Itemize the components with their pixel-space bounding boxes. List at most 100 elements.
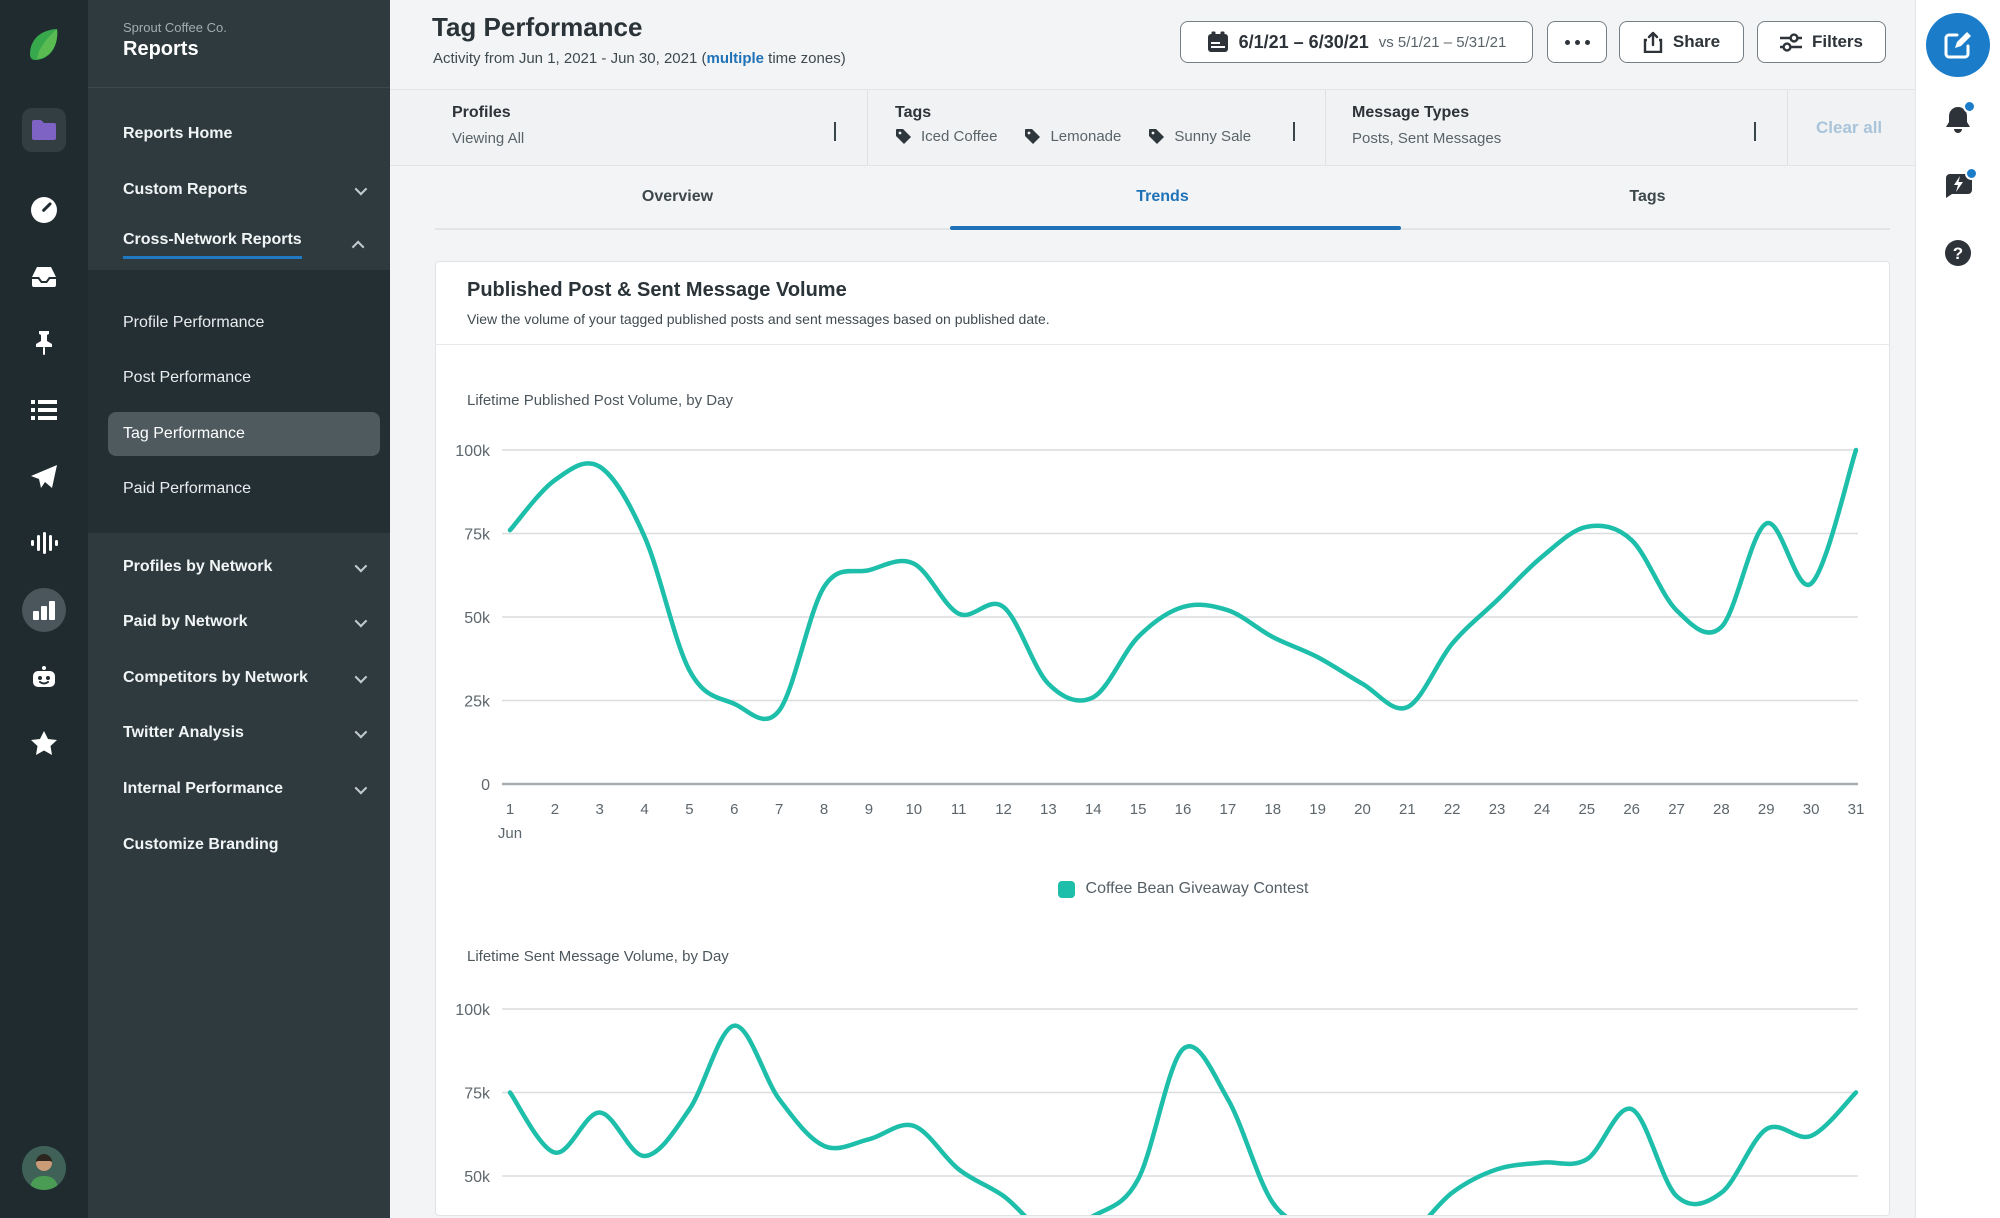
org-name: Sprout Coffee Co. (123, 20, 227, 35)
inbox-tray-icon (32, 267, 56, 287)
filter-divider (1325, 90, 1326, 165)
report-filter-bar: Profiles Viewing All Tags Iced Coffee Le… (390, 89, 1915, 166)
more-options-button[interactable] (1547, 21, 1607, 63)
sidebar-title: Reports (123, 38, 199, 60)
published-post-chart-title: Lifetime Published Post Volume, by Day (467, 392, 733, 409)
rail-item-inbox[interactable] (22, 255, 66, 299)
ellipsis-icon (1564, 39, 1590, 45)
report-tabs: Overview Trends Tags (435, 166, 1890, 230)
compose-button[interactable] (1926, 13, 1990, 77)
legend-label: Coffee Bean Giveaway Contest (1085, 880, 1309, 897)
rail-item-automation[interactable] (22, 655, 66, 699)
rail-item-reports-active[interactable] (22, 588, 66, 632)
user-avatar[interactable] (22, 1146, 66, 1190)
rail-item-dashboard[interactable] (22, 188, 66, 232)
card-subtitle: View the volume of your tagged published… (467, 311, 1050, 327)
rail-item-publishing[interactable] (22, 455, 66, 499)
tag-performance-page: Sprout Coffee Co. Reports Reports Home C… (0, 0, 2000, 1218)
svg-text:31: 31 (1848, 801, 1865, 818)
filters-button[interactable]: Filters (1757, 21, 1886, 63)
tags-filter-values: Iced Coffee Lemonade Sunny Sale (895, 128, 1251, 145)
notifications-button[interactable] (1938, 100, 1978, 140)
sidebar-item-profiles-by-network[interactable]: Profiles by Network (88, 554, 390, 580)
chevron-down-icon (354, 614, 368, 627)
filter-divider (1787, 90, 1788, 165)
svg-text:4: 4 (640, 801, 648, 818)
audio-wave-icon (31, 532, 58, 554)
share-icon (1643, 31, 1663, 53)
svg-text:3: 3 (596, 801, 604, 818)
sidebar-item-customize-branding[interactable]: Customize Branding (88, 832, 390, 858)
svg-text:Jun: Jun (498, 825, 522, 842)
tag-icon (896, 129, 911, 144)
svg-text:23: 23 (1489, 801, 1506, 818)
clear-all-button[interactable]: Clear all (1816, 118, 1882, 138)
date-range-button[interactable]: 6/1/21 – 6/30/21 vs 5/1/21 – 5/31/21 (1180, 21, 1533, 63)
sidebar-item-twitter-analysis[interactable]: Twitter Analysis (88, 720, 390, 746)
tab-trends[interactable]: Trends (920, 166, 1405, 230)
tag-icon (1149, 129, 1165, 144)
chart-legend[interactable]: Coffee Bean Giveaway Contest (883, 880, 1483, 898)
message-types-filter-label: Message Types (1352, 104, 1470, 121)
svg-text:75k: 75k (464, 527, 491, 544)
list-icon (31, 400, 57, 420)
sidebar-divider (88, 87, 390, 88)
multiple-timezones-link[interactable]: multiple (706, 50, 764, 67)
notification-dot (1963, 100, 1976, 113)
sidebar-item-cross-network-reports[interactable]: Cross-Network Reports (88, 231, 390, 259)
sidebar-item-competitors-by-network[interactable]: Competitors by Network (88, 665, 390, 691)
sidebar-item-paid-performance[interactable]: Paid Performance (88, 476, 390, 502)
share-button[interactable]: Share (1619, 21, 1744, 63)
sidebar-item-tag-performance-active[interactable]: Tag Performance (108, 412, 380, 456)
svg-text:27: 27 (1668, 801, 1685, 818)
date-compare-value: vs 5/1/21 – 5/31/21 (1378, 33, 1507, 51)
rail-item-favorites[interactable] (22, 721, 66, 765)
svg-text:20: 20 (1354, 801, 1371, 818)
compose-icon (1944, 32, 1971, 59)
svg-text:14: 14 (1085, 801, 1102, 818)
rail-item-feeds[interactable] (22, 388, 66, 432)
sprout-logo[interactable] (22, 22, 66, 66)
robot-icon (33, 666, 55, 687)
help-icon: ? (1945, 240, 1971, 266)
filter-divider (867, 90, 868, 165)
sidebar-item-reports-home[interactable]: Reports Home (88, 121, 390, 147)
rail-item-listening[interactable] (22, 521, 66, 565)
legend-swatch (1057, 880, 1075, 898)
chevron-up-icon (351, 240, 365, 253)
sent-message-volume-chart: 100k 75k 50k (390, 945, 1910, 1218)
rail-item-pinned[interactable] (22, 321, 66, 365)
gauge-icon (31, 197, 57, 223)
tags-filter-label: Tags (895, 104, 932, 121)
page-subtitle: Activity from Jun 1, 2021 - Jun 30, 2021… (433, 50, 846, 67)
share-label: Share (1672, 32, 1721, 51)
svg-text:26: 26 (1623, 801, 1640, 818)
tab-overview[interactable]: Overview (435, 166, 920, 228)
page-header: Tag Performance Activity from Jun 1, 202… (390, 0, 1915, 89)
help-button[interactable]: ? (1938, 233, 1978, 273)
svg-text:22: 22 (1444, 801, 1461, 818)
messages-button[interactable] (1938, 167, 1978, 207)
svg-text:0: 0 (481, 777, 490, 794)
tab-tags[interactable]: Tags (1405, 166, 1890, 228)
svg-text:50k: 50k (464, 1169, 491, 1186)
message-types-filter-value: Posts, Sent Messages (1352, 130, 1502, 147)
svg-text:7: 7 (775, 801, 783, 818)
sidebar-item-profile-performance[interactable]: Profile Performance (88, 310, 390, 336)
chevron-down-icon (354, 781, 368, 794)
sidebar-item-paid-by-network[interactable]: Paid by Network (88, 609, 390, 635)
notification-dot (1965, 167, 1978, 180)
svg-text:9: 9 (865, 801, 873, 818)
sidebar-item-post-performance[interactable]: Post Performance (88, 365, 390, 391)
card-title: Published Post & Sent Message Volume (467, 279, 847, 301)
tag-icon (1025, 129, 1041, 144)
sidebar-item-custom-reports[interactable]: Custom Reports (88, 177, 390, 203)
chevron-down-icon (354, 670, 368, 683)
sidebar-item-internal-performance[interactable]: Internal Performance (88, 776, 390, 802)
rail-item-folder[interactable] (22, 108, 66, 152)
volume-card-header: Published Post & Sent Message Volume Vie… (435, 261, 1890, 345)
svg-text:17: 17 (1220, 801, 1237, 818)
utility-rail: ? (1915, 0, 2000, 1218)
cross-network-submenu: Profile Performance Post Performance Tag… (88, 270, 390, 533)
svg-text:15: 15 (1130, 801, 1147, 818)
